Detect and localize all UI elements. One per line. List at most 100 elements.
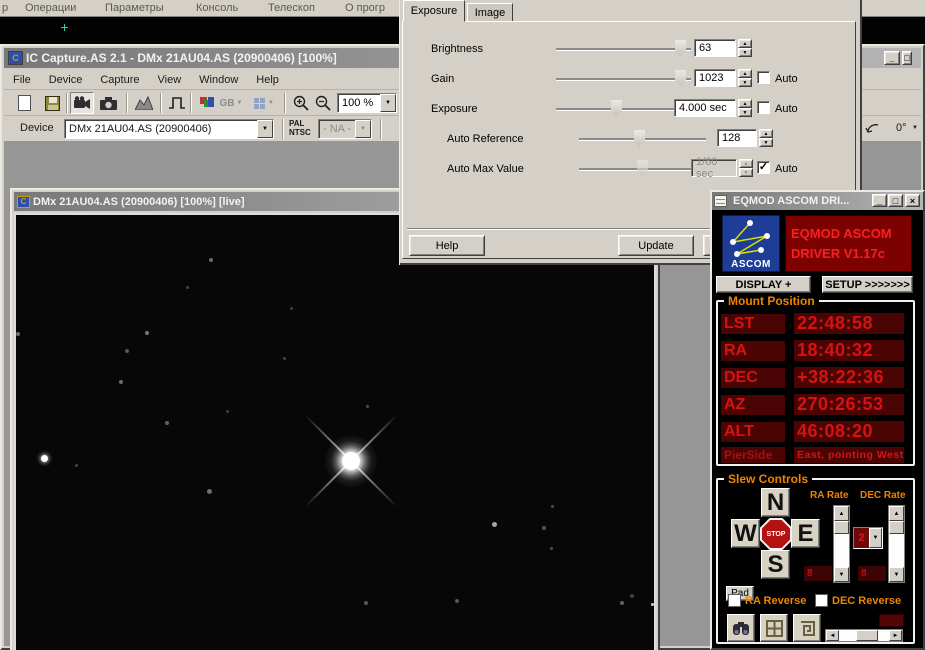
star (207, 489, 212, 494)
menu-file[interactable]: File (13, 74, 31, 86)
maximize-button[interactable]: □ (888, 194, 903, 207)
star (75, 464, 78, 467)
rate-select-combo[interactable]: 2 ▼ (853, 527, 883, 549)
window-layout-button[interactable] (760, 614, 788, 642)
gain-spinner[interactable]: ▲▼ (738, 69, 752, 87)
maximize-button[interactable]: □ (902, 51, 912, 65)
brightness-value[interactable]: 63 (694, 39, 736, 57)
star (492, 522, 497, 527)
ic-capture-title: IC Capture.AS 2.1 - DMx 21AU04.AS (20900… (26, 51, 337, 65)
ra-rate-scrollbar[interactable]: ▲ ▼ (833, 505, 850, 583)
dec-rate-scrollbar[interactable]: ▲ ▼ (888, 505, 905, 583)
menu-help[interactable]: Help (256, 74, 279, 86)
setup-button[interactable]: SETUP >>>>>>> (822, 276, 913, 293)
zoom-out-button[interactable] (312, 92, 333, 114)
snapshot-button[interactable] (96, 92, 120, 114)
slew-west-button[interactable]: W (731, 519, 760, 548)
brightness-spinner[interactable]: ▲▼ (738, 39, 752, 57)
mount-row-value: +38:22:36 (794, 367, 904, 388)
tab-exposure[interactable]: Exposure (403, 0, 465, 22)
scroll-right-icon[interactable]: ► (889, 630, 902, 641)
chevron-down-icon[interactable]: ▼ (257, 120, 273, 138)
auto-max-slider-thumb (637, 160, 648, 177)
minimize-button[interactable]: _ (884, 51, 900, 65)
scroll-up-icon[interactable]: ▲ (834, 506, 849, 521)
slew-east-button[interactable]: E (791, 519, 820, 548)
bg-menu-item-console[interactable]: Консоль (196, 2, 238, 14)
find-button[interactable] (727, 614, 755, 642)
update-button[interactable]: Update (618, 235, 694, 256)
menu-view[interactable]: View (158, 74, 182, 86)
chevron-down-icon[interactable]: ▼ (912, 125, 918, 131)
tab-image-label: Image (475, 7, 506, 19)
brightness-slider-thumb[interactable] (675, 40, 686, 57)
scroll-down-icon[interactable]: ▼ (834, 567, 849, 582)
window-grid-icon (766, 620, 783, 637)
layout-dropdown[interactable]: ▼ (248, 92, 280, 114)
help-button[interactable]: Help (409, 235, 485, 256)
exposure-auto-checkbox[interactable] (757, 101, 770, 114)
new-file-button[interactable] (12, 92, 36, 114)
ra-rate-thumb[interactable] (834, 521, 849, 534)
toolbar-separator (282, 119, 284, 139)
exposure-slider-track[interactable] (556, 108, 691, 111)
eqmod-titlebar[interactable]: EQMOD ASCOM DRI... _ □ × (712, 192, 923, 210)
chevron-down-icon: ▼ (237, 100, 243, 106)
hscroll-thumb[interactable] (856, 630, 878, 641)
gain-value[interactable]: 1023 (694, 69, 736, 87)
rotate-icon[interactable] (865, 122, 881, 137)
gb-dropdown[interactable]: GB ▼ (216, 92, 246, 114)
minimize-button[interactable]: _ (872, 194, 887, 207)
gain-auto-checkbox[interactable] (757, 71, 770, 84)
device-combo[interactable]: DMx 21AU04.AS (20900406) ▼ (64, 119, 274, 139)
display-button[interactable]: DISPLAY + (716, 276, 811, 293)
scroll-left-icon[interactable]: ◄ (826, 630, 839, 641)
bg-menu-item-parameters[interactable]: Параметры (105, 2, 164, 14)
tab-image[interactable]: Image (467, 3, 513, 22)
slew-north-button[interactable]: N (761, 488, 790, 517)
eqmod-window-icon (714, 195, 727, 207)
bg-menu-item-operations[interactable]: Операции (25, 2, 76, 14)
close-button[interactable]: × (905, 194, 920, 207)
auto-reference-spinner[interactable]: ▲▼ (759, 129, 773, 147)
horizontal-scrollbar[interactable]: ◄ ► (825, 629, 903, 642)
starfield[interactable] (14, 213, 656, 650)
chevron-down-icon[interactable]: ▼ (380, 94, 396, 112)
auto-max-auto-checkbox[interactable]: ✓ (757, 161, 770, 174)
chevron-down-icon[interactable]: ▼ (869, 528, 882, 548)
brightness-slider-track[interactable] (556, 48, 691, 51)
auto-reference-label: Auto Reference (447, 133, 523, 145)
zoom-in-button[interactable] (290, 92, 311, 114)
eqmod-body: ASCOM EQMOD ASCOM DRIVER V1.17c DISPLAY … (712, 210, 923, 648)
menu-device[interactable]: Device (49, 74, 83, 86)
trigger-button[interactable] (165, 92, 189, 114)
exposure-spinner[interactable]: ▲▼ (738, 99, 752, 117)
ra-reverse-checkbox[interactable] (728, 594, 741, 607)
gain-slider-thumb[interactable] (675, 70, 686, 87)
bg-menu-item-telescope[interactable]: Телескоп (268, 2, 315, 14)
menu-capture[interactable]: Capture (100, 74, 139, 86)
gain-slider-track[interactable] (556, 78, 691, 81)
bg-menu-item-about[interactable]: О прогр (345, 2, 385, 14)
exposure-auto-label: Auto (775, 103, 798, 115)
zoom-level-combo[interactable]: 100 % ▼ (337, 93, 397, 113)
scroll-up-icon[interactable]: ▲ (889, 506, 904, 521)
star-layer (16, 215, 654, 650)
menu-window[interactable]: Window (199, 74, 238, 86)
live-video-button[interactable] (70, 92, 94, 114)
dec-reverse-checkbox[interactable] (815, 594, 828, 607)
scroll-down-icon[interactable]: ▼ (889, 567, 904, 582)
save-button[interactable] (40, 92, 64, 114)
exposure-slider-thumb[interactable] (611, 100, 622, 117)
zoom-level-value: 100 % (338, 97, 380, 109)
pierside-value: East, pointing West (794, 447, 904, 463)
auto-reference-slider-thumb[interactable] (634, 130, 645, 147)
auto-reference-value[interactable]: 128 (717, 129, 757, 147)
slew-south-button[interactable]: S (761, 550, 790, 579)
histogram-button[interactable] (132, 92, 156, 114)
spiral-search-button[interactable] (793, 614, 821, 642)
bg-menu-item[interactable]: р (2, 2, 8, 14)
dec-rate-thumb[interactable] (889, 521, 904, 534)
star-core (342, 452, 360, 470)
exposure-value[interactable]: 4.000 sec (674, 99, 736, 117)
